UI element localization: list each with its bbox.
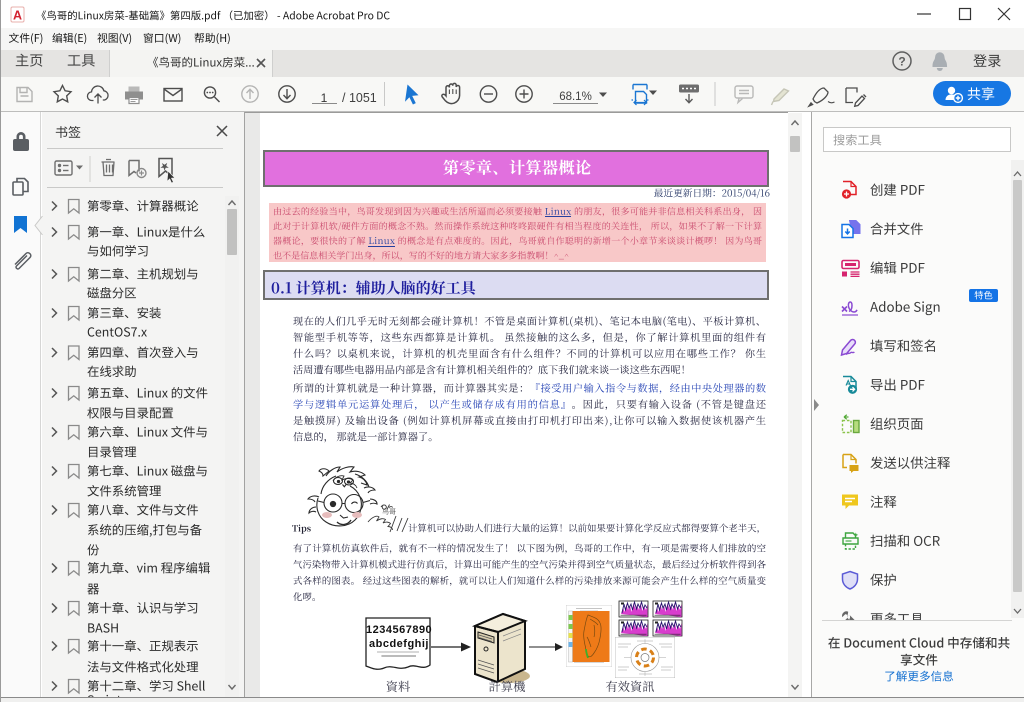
- svg-text:A: A: [13, 9, 22, 23]
- svg-text:?: ?: [898, 55, 905, 69]
